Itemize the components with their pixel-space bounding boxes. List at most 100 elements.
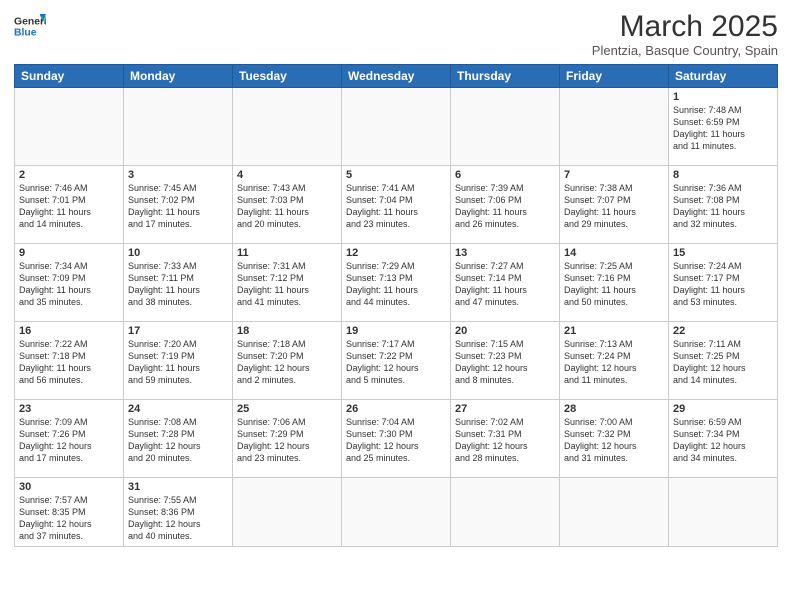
day-number: 29 [673,403,773,415]
day-cell [560,88,669,166]
day-info: Sunrise: 7:22 AM Sunset: 7:18 PM Dayligh… [19,338,119,387]
day-number: 30 [19,481,119,493]
subtitle: Plentzia, Basque Country, Spain [592,43,778,58]
header: General Blue March 2025 Plentzia, Basque… [14,10,778,58]
svg-text:Blue: Blue [14,28,37,39]
day-cell [669,478,778,547]
day-cell [233,478,342,547]
day-cell: 14Sunrise: 7:25 AM Sunset: 7:16 PM Dayli… [560,244,669,322]
day-cell: 5Sunrise: 7:41 AM Sunset: 7:04 PM Daylig… [342,166,451,244]
day-cell: 19Sunrise: 7:17 AM Sunset: 7:22 PM Dayli… [342,322,451,400]
day-number: 12 [346,247,446,259]
day-info: Sunrise: 7:02 AM Sunset: 7:31 PM Dayligh… [455,416,555,465]
day-cell: 9Sunrise: 7:34 AM Sunset: 7:09 PM Daylig… [15,244,124,322]
day-cell: 7Sunrise: 7:38 AM Sunset: 7:07 PM Daylig… [560,166,669,244]
day-cell: 11Sunrise: 7:31 AM Sunset: 7:12 PM Dayli… [233,244,342,322]
day-info: Sunrise: 7:06 AM Sunset: 7:29 PM Dayligh… [237,416,337,465]
day-info: Sunrise: 7:39 AM Sunset: 7:06 PM Dayligh… [455,182,555,231]
day-number: 24 [128,403,228,415]
day-cell: 13Sunrise: 7:27 AM Sunset: 7:14 PM Dayli… [451,244,560,322]
day-cell [560,478,669,547]
day-info: Sunrise: 7:15 AM Sunset: 7:23 PM Dayligh… [455,338,555,387]
page: General Blue March 2025 Plentzia, Basque… [0,0,792,612]
day-cell: 16Sunrise: 7:22 AM Sunset: 7:18 PM Dayli… [15,322,124,400]
day-cell: 25Sunrise: 7:06 AM Sunset: 7:29 PM Dayli… [233,400,342,478]
title-block: March 2025 Plentzia, Basque Country, Spa… [592,10,778,58]
day-info: Sunrise: 6:59 AM Sunset: 7:34 PM Dayligh… [673,416,773,465]
day-info: Sunrise: 7:48 AM Sunset: 6:59 PM Dayligh… [673,104,773,153]
day-number: 3 [128,169,228,181]
day-cell: 8Sunrise: 7:36 AM Sunset: 7:08 PM Daylig… [669,166,778,244]
day-number: 16 [19,325,119,337]
day-cell: 30Sunrise: 7:57 AM Sunset: 8:35 PM Dayli… [15,478,124,547]
weekday-header-monday: Monday [124,65,233,88]
day-info: Sunrise: 7:20 AM Sunset: 7:19 PM Dayligh… [128,338,228,387]
day-info: Sunrise: 7:45 AM Sunset: 7:02 PM Dayligh… [128,182,228,231]
day-info: Sunrise: 7:13 AM Sunset: 7:24 PM Dayligh… [564,338,664,387]
day-number: 14 [564,247,664,259]
day-number: 2 [19,169,119,181]
day-cell: 31Sunrise: 7:55 AM Sunset: 8:36 PM Dayli… [124,478,233,547]
day-number: 17 [128,325,228,337]
svg-text:General: General [14,16,46,27]
weekday-header-tuesday: Tuesday [233,65,342,88]
day-number: 26 [346,403,446,415]
day-cell: 22Sunrise: 7:11 AM Sunset: 7:25 PM Dayli… [669,322,778,400]
day-info: Sunrise: 7:00 AM Sunset: 7:32 PM Dayligh… [564,416,664,465]
day-number: 28 [564,403,664,415]
day-cell [233,88,342,166]
day-cell: 28Sunrise: 7:00 AM Sunset: 7:32 PM Dayli… [560,400,669,478]
day-number: 4 [237,169,337,181]
day-cell [342,88,451,166]
weekday-header-sunday: Sunday [15,65,124,88]
day-info: Sunrise: 7:57 AM Sunset: 8:35 PM Dayligh… [19,494,119,543]
day-cell: 3Sunrise: 7:45 AM Sunset: 7:02 PM Daylig… [124,166,233,244]
day-info: Sunrise: 7:46 AM Sunset: 7:01 PM Dayligh… [19,182,119,231]
weekday-header-thursday: Thursday [451,65,560,88]
day-info: Sunrise: 7:18 AM Sunset: 7:20 PM Dayligh… [237,338,337,387]
logo-icon: General Blue [14,10,46,42]
day-cell: 23Sunrise: 7:09 AM Sunset: 7:26 PM Dayli… [15,400,124,478]
logo: General Blue [14,10,46,42]
day-number: 6 [455,169,555,181]
day-cell: 1Sunrise: 7:48 AM Sunset: 6:59 PM Daylig… [669,88,778,166]
day-info: Sunrise: 7:04 AM Sunset: 7:30 PM Dayligh… [346,416,446,465]
day-info: Sunrise: 7:33 AM Sunset: 7:11 PM Dayligh… [128,260,228,309]
day-cell: 21Sunrise: 7:13 AM Sunset: 7:24 PM Dayli… [560,322,669,400]
day-info: Sunrise: 7:43 AM Sunset: 7:03 PM Dayligh… [237,182,337,231]
day-number: 31 [128,481,228,493]
main-title: March 2025 [592,10,778,43]
day-info: Sunrise: 7:24 AM Sunset: 7:17 PM Dayligh… [673,260,773,309]
day-cell: 2Sunrise: 7:46 AM Sunset: 7:01 PM Daylig… [15,166,124,244]
weekday-header-wednesday: Wednesday [342,65,451,88]
weekday-header-saturday: Saturday [669,65,778,88]
day-cell: 18Sunrise: 7:18 AM Sunset: 7:20 PM Dayli… [233,322,342,400]
day-cell: 6Sunrise: 7:39 AM Sunset: 7:06 PM Daylig… [451,166,560,244]
day-number: 22 [673,325,773,337]
day-number: 18 [237,325,337,337]
day-number: 25 [237,403,337,415]
day-number: 10 [128,247,228,259]
day-info: Sunrise: 7:09 AM Sunset: 7:26 PM Dayligh… [19,416,119,465]
day-number: 13 [455,247,555,259]
day-cell: 17Sunrise: 7:20 AM Sunset: 7:19 PM Dayli… [124,322,233,400]
day-info: Sunrise: 7:36 AM Sunset: 7:08 PM Dayligh… [673,182,773,231]
day-info: Sunrise: 7:08 AM Sunset: 7:28 PM Dayligh… [128,416,228,465]
day-number: 27 [455,403,555,415]
day-cell [451,88,560,166]
day-info: Sunrise: 7:11 AM Sunset: 7:25 PM Dayligh… [673,338,773,387]
day-cell [124,88,233,166]
day-number: 20 [455,325,555,337]
calendar-table: SundayMondayTuesdayWednesdayThursdayFrid… [14,64,778,547]
day-cell: 10Sunrise: 7:33 AM Sunset: 7:11 PM Dayli… [124,244,233,322]
day-info: Sunrise: 7:34 AM Sunset: 7:09 PM Dayligh… [19,260,119,309]
day-number: 8 [673,169,773,181]
day-number: 1 [673,91,773,103]
day-cell: 20Sunrise: 7:15 AM Sunset: 7:23 PM Dayli… [451,322,560,400]
day-cell: 4Sunrise: 7:43 AM Sunset: 7:03 PM Daylig… [233,166,342,244]
day-cell: 26Sunrise: 7:04 AM Sunset: 7:30 PM Dayli… [342,400,451,478]
day-cell: 27Sunrise: 7:02 AM Sunset: 7:31 PM Dayli… [451,400,560,478]
day-info: Sunrise: 7:55 AM Sunset: 8:36 PM Dayligh… [128,494,228,543]
day-number: 21 [564,325,664,337]
day-number: 15 [673,247,773,259]
